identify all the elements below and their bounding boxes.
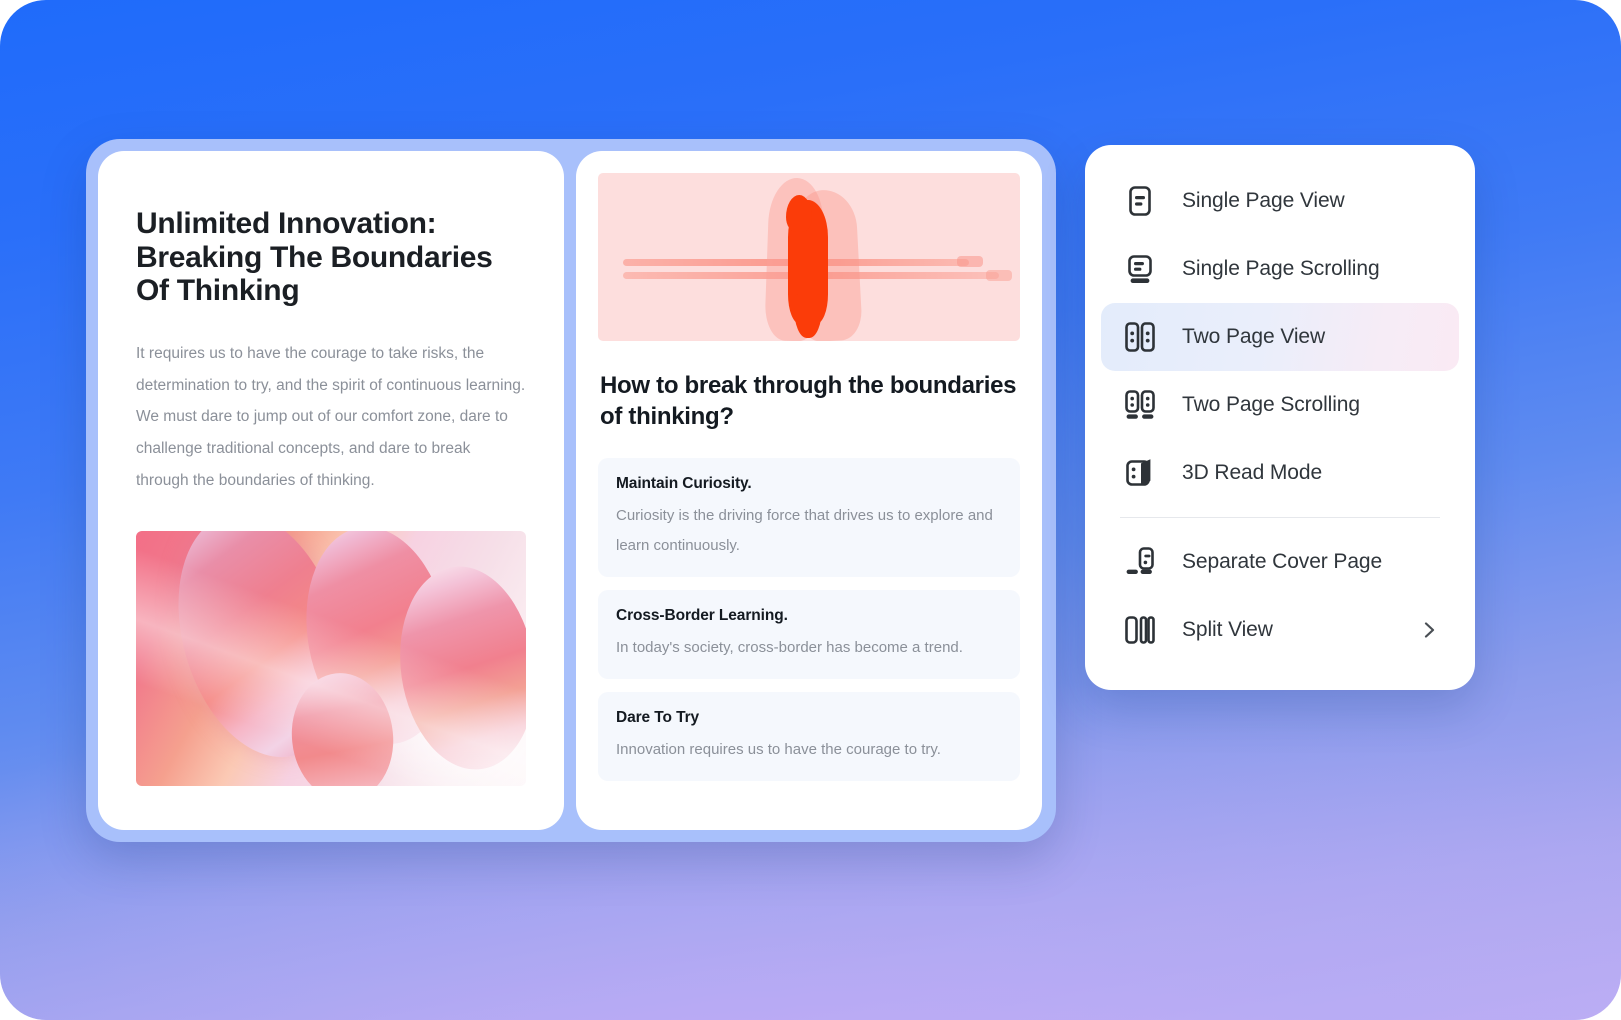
menu-item-single-page-view[interactable]: Single Page View [1101, 167, 1459, 235]
menu-divider [1120, 517, 1440, 518]
article-card: Unlimited Innovation: Breaking The Bound… [98, 151, 564, 830]
split-view-icon [1120, 610, 1160, 650]
menu-item-label: Two Page View [1182, 325, 1326, 348]
menu-item-split-view[interactable]: Split View [1101, 596, 1459, 664]
separate-cover-page-icon [1120, 542, 1160, 582]
wire-cap-lower [986, 269, 1013, 281]
reader-content-frame: Unlimited Innovation: Breaking The Bound… [86, 139, 1056, 842]
qa-title: How to break through the boundaries of t… [600, 372, 1017, 430]
qa-item-title: Dare To Try [616, 709, 700, 727]
single-page-view-icon [1120, 181, 1160, 221]
screenshot-stage: Unlimited Innovation: Breaking The Bound… [0, 0, 1621, 1020]
menu-item-label: Single Page Scrolling [1182, 257, 1380, 280]
menu-item-label: Single Page View [1182, 189, 1345, 212]
three-d-read-mode-icon [1120, 453, 1160, 493]
two-page-scrolling-icon [1120, 385, 1160, 425]
orange-birds-on-wire-image [598, 173, 1020, 341]
menu-item-label: Separate Cover Page [1182, 550, 1383, 573]
view-mode-menu: Single Page View Single Page Scrolling T… [1085, 145, 1475, 690]
qa-list-item: Dare To Try Innovation requires us to ha… [598, 692, 1020, 782]
ribbon-sheen-overlay [136, 530, 526, 786]
menu-item-3d-read-mode[interactable]: 3D Read Mode [1101, 439, 1459, 507]
two-page-view-icon [1120, 317, 1160, 357]
qa-item-title: Maintain Curiosity. [616, 475, 752, 493]
menu-item-two-page-scrolling[interactable]: Two Page Scrolling [1101, 371, 1459, 439]
wire-cap-upper [956, 256, 983, 268]
chevron-right-icon[interactable] [1418, 619, 1440, 641]
qa-item-title: Cross-Border Learning. [616, 606, 788, 624]
qa-list-item: Maintain Curiosity. Curiosity is the dri… [598, 458, 1020, 577]
menu-item-label: 3D Read Mode [1182, 461, 1323, 484]
article-body-text: It requires us to have the courage to ta… [136, 344, 526, 489]
qa-card: How to break through the boundaries of t… [576, 151, 1042, 830]
menu-item-separate-cover-page[interactable]: Separate Cover Page [1101, 528, 1459, 596]
pink-ribbon-abstract-image [136, 530, 526, 786]
qa-list-item: Cross-Border Learning. In today's societ… [598, 589, 1020, 680]
menu-item-label: Two Page Scrolling [1182, 393, 1360, 416]
single-page-scrolling-icon [1120, 249, 1160, 289]
qa-item-text: In today's society, cross-border has bec… [616, 638, 963, 656]
article-title: Unlimited Innovation: Breaking The Bound… [136, 207, 493, 308]
menu-item-single-page-scrolling[interactable]: Single Page Scrolling [1101, 235, 1459, 303]
qa-item-text: Curiosity is the driving force that driv… [616, 507, 993, 554]
menu-item-two-page-view[interactable]: Two Page View [1101, 303, 1459, 371]
bird-head-silhouette [786, 194, 812, 232]
menu-item-label: Split View [1182, 618, 1273, 641]
qa-item-text: Innovation requires us to have the coura… [616, 741, 941, 759]
